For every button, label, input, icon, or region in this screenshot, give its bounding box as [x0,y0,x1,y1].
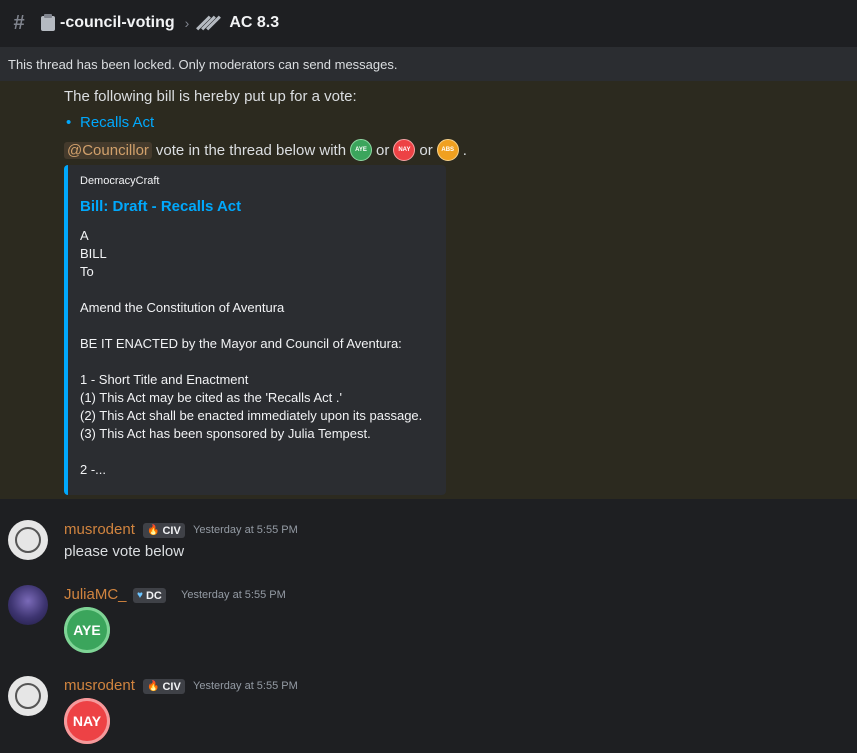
embed-line: Amend the Constitution of Aventura [80,300,285,315]
thread-stripes-icon [196,14,222,32]
fire-icon: 🔥 [147,525,160,536]
period-text: . [462,141,467,159]
aye-emoji: AYE [64,607,110,653]
abs-emoji: ABS [436,139,459,161]
heart-icon: ♥ [137,590,143,601]
thread-title: AC 8.3 [229,14,280,31]
username[interactable]: musrodent [64,521,135,538]
timestamp: Yesterday at 5:55 PM [193,680,298,692]
nay-emoji: NAY [64,698,110,744]
avatar[interactable] [8,520,48,560]
username[interactable]: musrodent [64,677,135,694]
avatar[interactable] [8,676,48,716]
embed-provider: DemocracyCraft [80,175,160,187]
embed-line: BE IT ENACTED by the Mayor and Council o… [80,336,402,351]
councillor-mention[interactable]: @Councillor [64,141,152,159]
bill-list-item: Recalls Act [66,114,154,131]
or-text: or [376,141,390,159]
nay-emoji: NAY [393,139,416,161]
bill-embed: DemocracyCraft Bill: Draft - Recalls Act… [64,165,446,495]
chevron-right-icon: › [184,15,190,31]
aye-emoji: AYE [350,139,373,161]
embed-line: (3) This Act has been sponsored by Julia… [80,426,371,441]
embed-line: (2) This Act shall be enacted immediatel… [80,408,423,423]
embed-line: BILL [80,246,107,261]
thread-icon: # [13,11,25,34]
role-tag: ♥ DC [133,588,166,603]
vote-instruction: @Councillor vote in the thread below wit… [64,139,467,161]
locked-notice: This thread has been locked. Only modera… [0,47,857,81]
vote-text: vote in the thread below with [155,141,347,159]
clipboard-icon [40,14,56,32]
message-text: please vote below [64,543,185,560]
embed-title[interactable]: Bill: Draft - Recalls Act [80,198,434,215]
embed-line: 2 -... [80,462,107,477]
timestamp: Yesterday at 5:55 PM [181,589,286,601]
embed-line: (1) This Act may be cited as the 'Recall… [80,390,342,405]
channel-name[interactable]: -council-voting [60,14,175,32]
role-tag: 🔥 CIV [143,679,185,694]
fire-icon: 🔥 [147,681,160,692]
starter-message: The following bill is hereby put up for … [0,81,857,499]
username[interactable]: JuliaMC_ [64,586,127,603]
or-text-2: or [419,141,433,159]
embed-line: A [80,228,89,243]
intro-text: The following bill is hereby put up for … [64,88,357,105]
bill-link[interactable]: Recalls Act [80,114,154,131]
avatar[interactable] [8,585,48,625]
thread-header: # -council-voting › AC 8.3 [0,0,857,46]
embed-line: 1 - Short Title and Enactment [80,372,249,387]
embed-body: A BILL To Amend the Constitution of Aven… [80,227,434,479]
role-tag: 🔥 CIV [143,523,185,538]
embed-line: To [80,264,94,279]
timestamp: Yesterday at 5:55 PM [193,524,298,536]
